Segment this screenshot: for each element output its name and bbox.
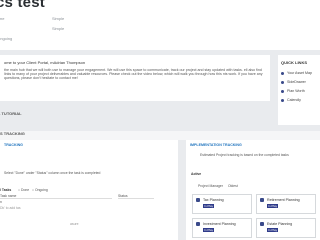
planning-icon [260, 198, 264, 202]
link-icon [281, 89, 284, 93]
project-manager-filter[interactable]: Project Manager [198, 184, 223, 188]
welcome-card: ome to your Client Portal, mAdrian Thomp… [0, 55, 270, 101]
link-icon [281, 80, 284, 84]
planning-icon [196, 222, 200, 226]
status-badge: In Play [203, 228, 215, 232]
welcome-title: ome to your Client Portal, mAdrian Thomp… [4, 60, 86, 65]
meta-label: ime [0, 16, 5, 21]
tax-planning-card[interactable]: Tax Planning In Play [192, 194, 252, 214]
status-badge: In Play [267, 204, 279, 208]
oldest-sort[interactable]: Oldest [228, 184, 238, 188]
task-filter-label: l Tasks [0, 188, 12, 192]
quick-link-asset-map[interactable]: Your Asset Map [281, 71, 312, 75]
task-tracking-panel: TRACKING Select "Done" under "Status" co… [0, 140, 178, 240]
implementation-tracking-panel: IMPLEMENTATION TRACKING Estimated Projec… [186, 140, 320, 240]
active-label: Active [191, 172, 202, 176]
status-badge: In Play [267, 228, 279, 232]
investment-planning-card[interactable]: Investment Planning In Play [192, 218, 252, 238]
tutorial-section-header[interactable]: L TUTORIAL [0, 111, 318, 120]
col-task-name: Task name [0, 194, 112, 199]
meta-value: Simple [52, 26, 65, 31]
status-placeholder[interactable]: n [0, 200, 2, 204]
col-status: Status [118, 194, 154, 199]
retirement-planning-card[interactable]: Retirement Planning In Play [256, 194, 316, 214]
filter-ongoing-option[interactable]: ○ Ongoing [32, 188, 48, 192]
estate-planning-card[interactable]: Estate Planning In Play [256, 218, 316, 238]
empty-task-row[interactable]: Dk' to add tas [0, 206, 21, 210]
page-title: cs test [0, 0, 45, 11]
filter-done-option[interactable]: ○ Done [18, 188, 29, 192]
meta-value: Simple [52, 16, 65, 21]
link-icon [281, 98, 284, 102]
implementation-hint: Estimated Project tracking is based on t… [200, 153, 289, 157]
quick-link-plan-worth[interactable]: Plan Worth [281, 89, 305, 93]
tracking-section-header[interactable]: S TRACKING [0, 131, 320, 140]
meta-label: ongoing [0, 36, 13, 41]
status-badge: In Play [203, 204, 215, 208]
quick-links-title: QUICK LINKS [281, 60, 307, 65]
page-header: cs test ime Simple n Simple ongoing [0, 0, 320, 50]
welcome-body: the main hub that we will both use to ma… [4, 68, 263, 81]
task-tracking-title: TRACKING [4, 143, 23, 147]
implementation-tracking-title: IMPLEMENTATION TRACKING [190, 143, 242, 147]
task-hint: Select "Done" under "Status" column once… [4, 171, 101, 175]
quick-link-sidedrawer[interactable]: SideDrawer [281, 80, 306, 84]
planning-icon [260, 222, 264, 226]
planning-icon [196, 198, 200, 202]
table-pager[interactable]: asure [70, 222, 78, 226]
link-icon [281, 71, 284, 75]
quick-link-calendly[interactable]: Calendly [281, 98, 301, 102]
